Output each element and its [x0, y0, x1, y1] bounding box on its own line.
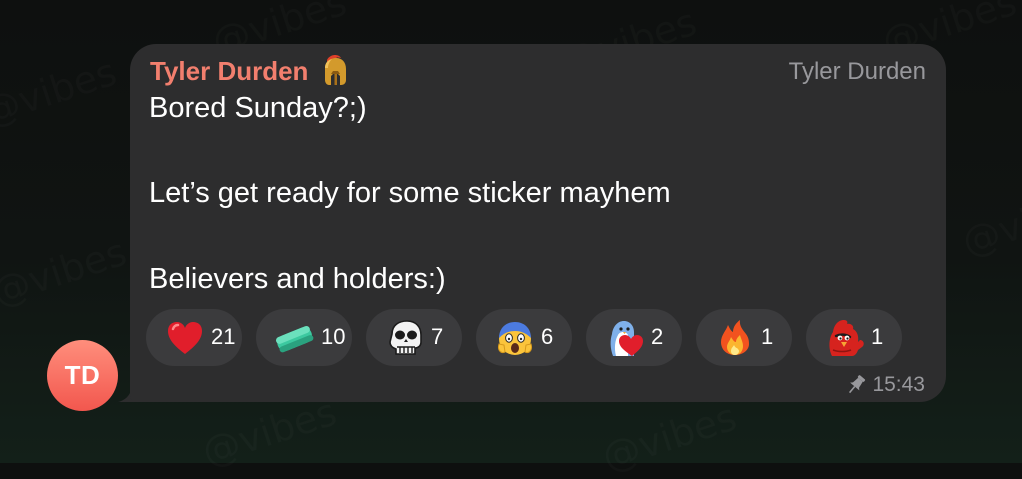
ape-skull-icon — [389, 320, 422, 355]
screaming-face-icon — [498, 322, 532, 355]
reaction-chip[interactable]: 21 — [146, 309, 242, 366]
reaction-chip[interactable]: 1 — [696, 309, 792, 366]
reaction-count: 2 — [651, 324, 664, 349]
wallpaper-mark: @vibes — [0, 50, 122, 135]
reaction-count: 10 — [321, 324, 346, 349]
green-pill-icon — [275, 325, 314, 353]
reaction-chip[interactable]: 1 — [806, 309, 902, 366]
wallpaper-mark: @vibes — [197, 390, 342, 475]
reaction-count: 6 — [541, 324, 554, 349]
message-text-line: Let’s get ready for some sticker mayhem — [149, 177, 671, 209]
sender-name[interactable]: Tyler Durden — [150, 56, 308, 87]
wallpaper-mark: @vibes — [597, 395, 742, 479]
red-heart-icon — [168, 322, 202, 354]
reaction-count: 1 — [761, 324, 774, 349]
avatar-initials: TD — [64, 360, 101, 390]
fire-icon — [721, 320, 749, 355]
sender-avatar[interactable]: TD — [47, 340, 118, 411]
penguin-heart-icon — [610, 321, 643, 356]
message-time: 15:43 — [872, 373, 925, 396]
red-bird-icon — [829, 320, 864, 356]
author-signature: Tyler Durden — [788, 58, 926, 85]
reactions-bar: 21 10 7 6 2 1 1 — [146, 309, 930, 366]
message-meta: 15:43 — [846, 372, 925, 398]
wallpaper-mark: @vibes — [957, 180, 1022, 265]
reaction-chip[interactable]: 2 — [586, 309, 682, 366]
message-text-line: Bored Sunday?;) — [149, 92, 367, 124]
reaction-chip[interactable]: 7 — [366, 309, 462, 366]
reaction-chip[interactable]: 6 — [476, 309, 572, 366]
wallpaper-mark: @vibes — [0, 230, 132, 315]
message-bubble[interactable]: Tyler Durden Tyler Durden Bored Sunday?;… — [130, 44, 946, 402]
reaction-count: 21 — [211, 324, 236, 349]
pin-icon — [849, 375, 866, 394]
reaction-count: 7 — [431, 324, 444, 349]
reaction-count: 1 — [871, 324, 884, 349]
reaction-chip[interactable]: 10 — [256, 309, 352, 366]
spartan-helmet-icon — [325, 55, 346, 85]
message-text-line: Believers and holders:) — [149, 263, 446, 295]
